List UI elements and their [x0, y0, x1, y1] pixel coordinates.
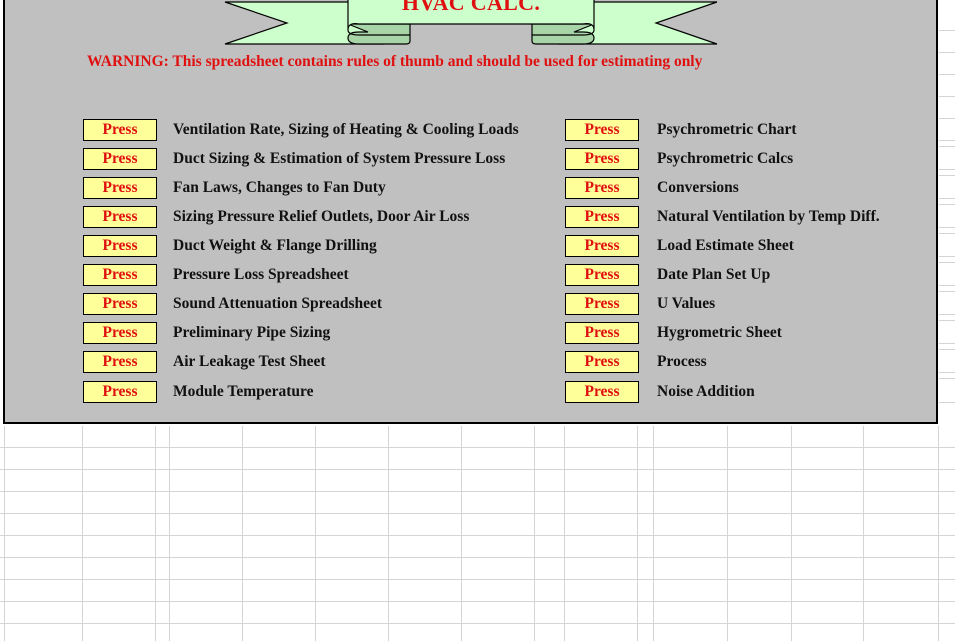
grid-row-line — [939, 291, 955, 292]
grid-column-line — [388, 426, 389, 641]
grid-row-line — [939, 402, 955, 403]
menu-label: Module Temperature — [173, 383, 314, 400]
press-button-pressure-loss[interactable]: Press — [83, 264, 157, 286]
grid-row-line — [939, 175, 955, 176]
grid-row-line — [0, 557, 955, 558]
menu-label: Natural Ventilation by Temp Diff. — [657, 208, 880, 225]
menu-label: Fan Laws, Changes to Fan Duty — [173, 179, 386, 196]
grid-column-line — [534, 426, 535, 641]
grid-column-line — [564, 426, 565, 641]
menu-label: Pressure Loss Spreadsheet — [173, 266, 349, 283]
grid-row-line — [939, 256, 955, 257]
press-button-natural-ventilation[interactable]: Press — [565, 206, 639, 228]
menu-label: Ventilation Rate, Sizing of Heating & Co… — [173, 121, 519, 138]
press-button-duct-sizing[interactable]: Press — [83, 148, 157, 170]
press-button-hygrometric-sheet[interactable]: Press — [565, 322, 639, 344]
grid-column-line — [4, 426, 5, 641]
menu-label: Conversions — [657, 179, 739, 196]
press-button-process[interactable]: Press — [565, 351, 639, 373]
menu-label: Preliminary Pipe Sizing — [173, 324, 331, 341]
grid-row-line — [0, 491, 955, 492]
grid-column-line — [637, 426, 638, 641]
menu-label: Psychrometric Calcs — [657, 150, 794, 167]
grid-row-line — [939, 198, 955, 199]
grid-row-line — [939, 227, 955, 228]
warning-message: WARNING: This spreadsheet contains rules… — [87, 53, 703, 70]
press-button-module-temperature[interactable]: Press — [83, 381, 157, 403]
grid-row-line — [939, 52, 955, 53]
menu-label: Duct Sizing & Estimation of System Press… — [173, 150, 506, 167]
grid-column-line — [938, 426, 939, 641]
title-banner: HVAC CALC. — [223, 0, 723, 50]
grid-row-line — [939, 349, 955, 350]
menu-label: Sound Attenuation Spreadsheet — [173, 295, 383, 312]
grid-row-line — [939, 146, 955, 147]
grid-row-line — [939, 74, 955, 75]
app-title: HVAC CALC. — [401, 0, 541, 15]
press-button-noise-addition[interactable]: Press — [565, 381, 639, 403]
grid-column-line — [155, 426, 156, 641]
grid-column-line — [315, 426, 316, 641]
grid-row-line — [939, 96, 955, 97]
press-button-pipe-sizing[interactable]: Press — [83, 322, 157, 344]
grid-row-line — [0, 601, 955, 602]
grid-column-line — [242, 426, 243, 641]
grid-row-line — [939, 343, 955, 344]
grid-column-line — [791, 426, 792, 641]
grid-column-line — [169, 426, 170, 641]
press-button-air-leakage[interactable]: Press — [83, 351, 157, 373]
grid-row-line — [0, 447, 955, 448]
menu-label: U Values — [657, 295, 716, 312]
grid-row-line — [939, 262, 955, 263]
press-button-duct-weight[interactable]: Press — [83, 235, 157, 257]
grid-row-line — [939, 118, 955, 119]
press-button-conversions[interactable]: Press — [565, 177, 639, 199]
grid-row-line — [939, 140, 955, 141]
grid-row-line — [939, 169, 955, 170]
press-button-pressure-relief[interactable]: Press — [83, 206, 157, 228]
grid-column-line — [653, 426, 654, 641]
menu-label: Load Estimate Sheet — [657, 237, 794, 254]
grid-column-line — [82, 426, 83, 641]
grid-row-line — [939, 233, 955, 234]
press-button-date-plan[interactable]: Press — [565, 264, 639, 286]
grid-row-line — [0, 623, 955, 624]
menu-label: Noise Addition — [657, 383, 755, 400]
menu-label: Psychrometric Chart — [657, 121, 797, 138]
grid-row-line — [939, 320, 955, 321]
menu-label: Date Plan Set Up — [657, 266, 771, 283]
grid-row-line — [0, 469, 955, 470]
grid-row-line — [0, 535, 955, 536]
press-button-load-estimate[interactable]: Press — [565, 235, 639, 257]
press-button-psychrometric-chart[interactable]: Press — [565, 119, 639, 141]
press-button-fan-laws[interactable]: Press — [83, 177, 157, 199]
menu-label: Hygrometric Sheet — [657, 324, 782, 341]
grid-column-line — [863, 426, 864, 641]
grid-row-line — [939, 378, 955, 379]
grid-row-line — [0, 513, 955, 514]
press-button-psychrometric-calcs[interactable]: Press — [565, 148, 639, 170]
press-button-u-values[interactable]: Press — [565, 293, 639, 315]
menu-label: Process — [657, 353, 707, 370]
grid-column-line — [461, 426, 462, 641]
grid-row-line — [939, 372, 955, 373]
grid-column-line — [727, 426, 728, 641]
grid-row-line — [939, 285, 955, 286]
menu-label: Air Leakage Test Sheet — [173, 353, 326, 370]
hvac-dashboard-panel: HVAC CALC. WARNING: This spreadsheet con… — [3, 0, 938, 424]
menu-label: Sizing Pressure Relief Outlets, Door Air… — [173, 208, 470, 225]
press-button-ventilation-rate[interactable]: Press — [83, 119, 157, 141]
grid-row-line — [939, 30, 955, 31]
grid-row-line — [0, 579, 955, 580]
grid-row-line — [939, 314, 955, 315]
grid-row-line — [939, 204, 955, 205]
press-button-sound-attenuation[interactable]: Press — [83, 293, 157, 315]
menu-label: Duct Weight & Flange Drilling — [173, 237, 377, 254]
